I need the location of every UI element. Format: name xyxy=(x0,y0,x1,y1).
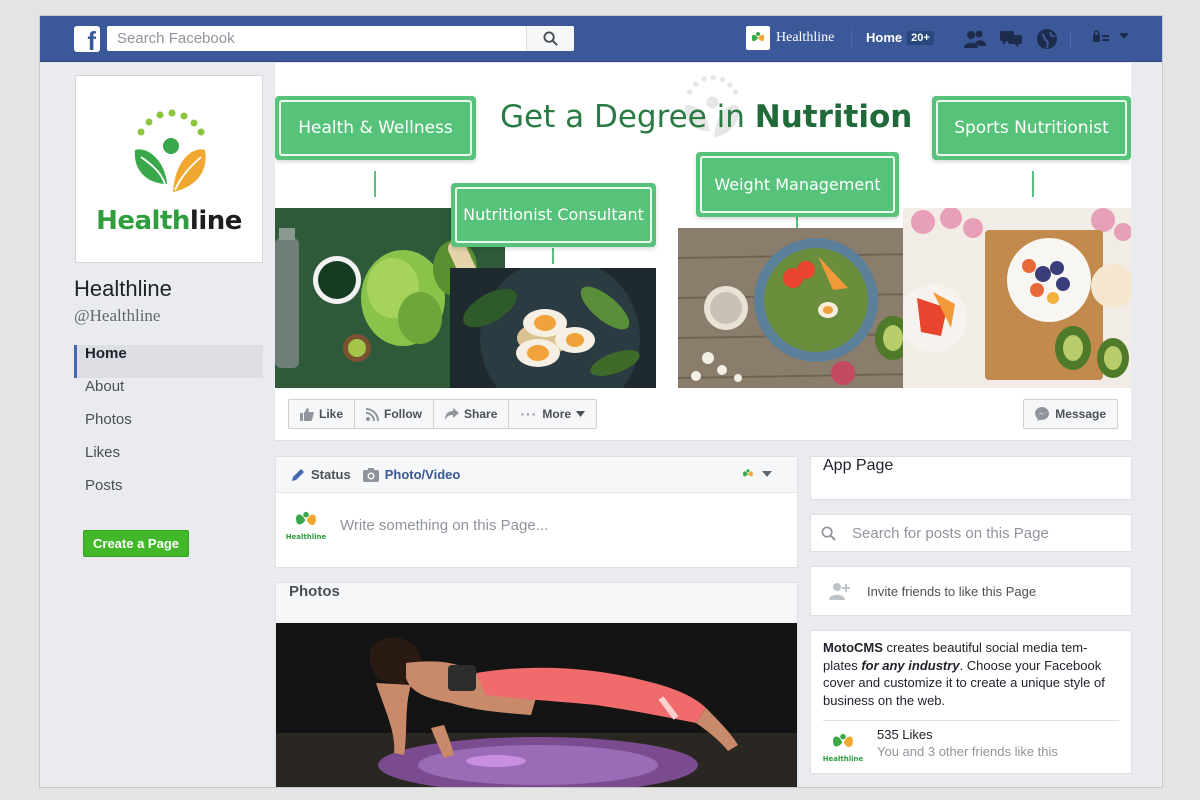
divider xyxy=(1070,30,1071,48)
chevron-down-icon xyxy=(1119,33,1129,39)
global-search xyxy=(107,26,574,51)
composer-body[interactable]: Healthline Write something on this Page.… xyxy=(276,493,797,557)
page-nav: Home About Photos Likes Posts xyxy=(74,345,263,510)
cover-photo-breakfast xyxy=(903,208,1131,388)
home-link[interactable]: Home 20+ xyxy=(866,30,934,45)
cover-tag-health-wellness: Health & Wellness xyxy=(275,96,476,160)
browser-frame: f Healthline Home 20+ xyxy=(39,15,1163,788)
healthline-logo-icon xyxy=(833,733,853,748)
tab-photo-video[interactable]: Photo/Video xyxy=(362,467,460,482)
rss-icon xyxy=(366,407,380,421)
invite-friends-card[interactable]: Invite friends to like this Page xyxy=(810,566,1132,616)
chevron-down-icon xyxy=(762,471,772,477)
app-page-label: App Page xyxy=(823,457,894,474)
privacy-menu[interactable] xyxy=(1092,30,1130,42)
search-icon xyxy=(543,31,558,46)
healthline-logo-icon xyxy=(296,511,316,526)
nav-item-posts[interactable]: Posts xyxy=(74,477,263,510)
ellipsis-icon: ··· xyxy=(520,406,538,422)
friend-requests-icon[interactable] xyxy=(962,27,988,51)
like-button[interactable]: Like xyxy=(289,400,356,428)
camera-icon xyxy=(362,467,379,482)
connector-line xyxy=(552,248,554,264)
more-button[interactable]: ··· More xyxy=(509,400,596,428)
connector-line xyxy=(1032,171,1034,197)
search-button[interactable] xyxy=(526,26,574,51)
nav-item-likes[interactable]: Likes xyxy=(74,444,263,477)
cover-tag-weight-management: Weight Management xyxy=(696,152,899,217)
messages-icon[interactable] xyxy=(998,27,1024,51)
home-label: Home xyxy=(866,30,903,45)
cover-photo[interactable]: Get a Degree in Nutrition Health & Welln… xyxy=(275,63,1131,388)
page-title[interactable]: Healthline xyxy=(74,276,172,302)
photos-header[interactable]: Photos xyxy=(276,583,797,623)
cover-tag-nutritionist-consultant: Nutritionist Consultant xyxy=(451,183,656,247)
connector-line xyxy=(374,171,376,197)
post-composer: Status Photo/Video Healthline Write some… xyxy=(275,456,798,568)
photo-yoga-plank[interactable] xyxy=(276,623,797,787)
lock-icon xyxy=(1093,30,1109,42)
cover-photo-eggs xyxy=(450,268,656,388)
profile-logo: Healthline xyxy=(80,80,258,258)
cover-tag-sports-nutritionist: Sports Nutritionist xyxy=(932,96,1131,160)
search-icon xyxy=(821,526,836,541)
pencil-icon xyxy=(292,468,304,481)
friends-like-text: You and 3 other friends like this xyxy=(877,744,1058,759)
cover-photo-bowls xyxy=(678,228,915,388)
healthline-logo-icon xyxy=(134,109,206,192)
share-arrow-icon xyxy=(445,408,460,420)
profile-picture[interactable]: Healthline xyxy=(75,75,263,263)
page-actions: Like Follow Share ··· More xyxy=(288,399,598,429)
facebook-logo-icon[interactable]: f xyxy=(74,26,100,52)
messenger-icon xyxy=(1035,407,1050,421)
about-description: MotoCMS creates beautiful social media t… xyxy=(823,640,1105,708)
page-action-bar: Like Follow Share ··· More Message xyxy=(275,388,1131,441)
chevron-down-icon xyxy=(576,411,586,417)
message-button[interactable]: Message xyxy=(1023,399,1118,429)
about-card: MotoCMS creates beautiful social media t… xyxy=(810,630,1132,774)
page-username[interactable]: @Healthline xyxy=(74,306,160,326)
composer-placeholder[interactable]: Write something on this Page... xyxy=(340,517,548,534)
page-avatar-icon xyxy=(743,469,753,477)
author-avatar: Healthline xyxy=(286,505,326,545)
create-page-button[interactable]: Create a Page xyxy=(83,530,189,557)
composer-tabs: Status Photo/Video xyxy=(276,457,797,493)
share-button[interactable]: Share xyxy=(434,400,510,428)
divider xyxy=(851,30,852,48)
nav-item-about[interactable]: About xyxy=(74,378,263,411)
page-avatar: Healthline xyxy=(823,727,863,767)
nav-item-photos[interactable]: Photos xyxy=(74,411,263,444)
cover-headline: Get a Degree in Nutrition xyxy=(500,99,913,135)
thumbs-up-icon xyxy=(300,407,314,421)
follow-button[interactable]: Follow xyxy=(355,400,435,428)
home-badge: 20+ xyxy=(907,30,934,45)
page-shortcut-label: Healthline xyxy=(776,30,835,45)
app-page-card[interactable]: App Page xyxy=(810,456,1132,500)
top-icons xyxy=(962,27,1060,51)
page-search-card xyxy=(810,514,1132,552)
nav-item-home[interactable]: Home xyxy=(74,345,263,378)
invite-friends-label: Invite friends to like this Page xyxy=(867,583,1037,599)
top-navigation-bar: f Healthline Home 20+ xyxy=(40,16,1162,62)
page-likes-summary: Healthline 535 Likes You and 3 other fri… xyxy=(823,727,1119,767)
photos-section: Photos xyxy=(275,582,798,787)
post-as-selector[interactable] xyxy=(740,466,772,482)
tab-status[interactable]: Status xyxy=(291,467,351,482)
logo-wordmark: Healthline xyxy=(96,206,242,236)
likes-count[interactable]: 535 Likes xyxy=(877,727,1058,742)
add-friend-icon xyxy=(829,583,850,600)
page-avatar-icon xyxy=(746,26,770,50)
page-shortcut[interactable]: Healthline xyxy=(746,26,834,50)
page-search-input[interactable] xyxy=(852,524,1112,542)
global-search-input[interactable] xyxy=(107,26,525,51)
notifications-globe-icon[interactable] xyxy=(1034,27,1060,51)
divider xyxy=(823,720,1119,721)
